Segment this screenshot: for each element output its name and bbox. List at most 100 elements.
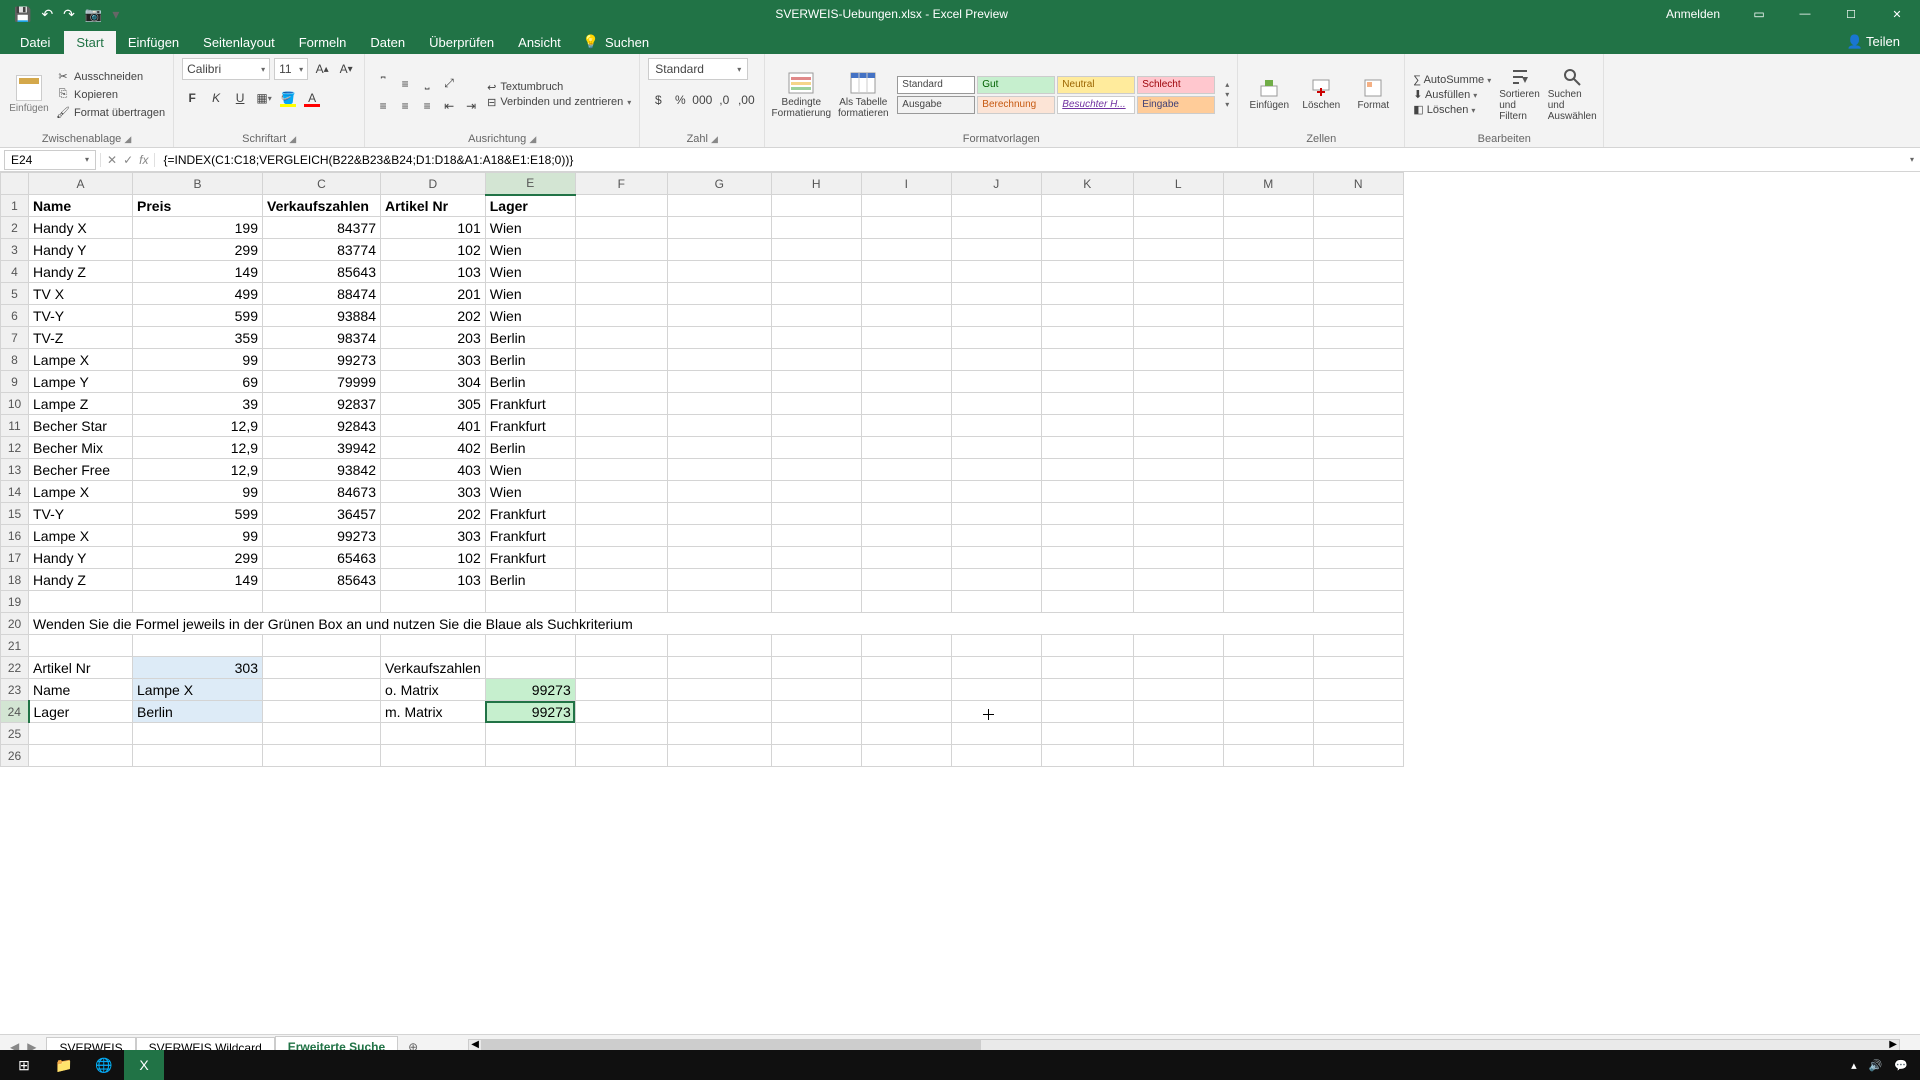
notification-icon[interactable]: 💬 xyxy=(1894,1059,1908,1072)
cell[interactable] xyxy=(263,701,381,723)
cell[interactable] xyxy=(1133,503,1223,525)
tab-formeln[interactable]: Formeln xyxy=(287,31,359,54)
cell[interactable]: 85643 xyxy=(263,261,381,283)
tray-up-icon[interactable]: ▴ xyxy=(1851,1059,1857,1072)
cell[interactable]: 93842 xyxy=(263,459,381,481)
dec-dec-button[interactable]: ,00 xyxy=(736,90,756,110)
cell[interactable] xyxy=(1041,261,1133,283)
cell[interactable] xyxy=(1133,305,1223,327)
indent-increase-button[interactable]: ⇥ xyxy=(461,96,481,116)
cell[interactable]: 303 xyxy=(381,481,486,503)
cell[interactable]: Frankfurt xyxy=(485,503,575,525)
cell[interactable] xyxy=(861,305,951,327)
cell[interactable] xyxy=(1313,437,1403,459)
cell[interactable] xyxy=(485,591,575,613)
cell[interactable] xyxy=(1313,239,1403,261)
cell[interactable] xyxy=(575,591,667,613)
minimize-button[interactable]: — xyxy=(1782,0,1828,28)
shrink-font-button[interactable]: A▾ xyxy=(336,59,356,79)
cell[interactable] xyxy=(575,239,667,261)
spreadsheet-grid[interactable]: ABCDEFGHIJKLMN1NamePreisVerkaufszahlenAr… xyxy=(0,172,1920,1034)
cell[interactable] xyxy=(1223,679,1313,701)
cell[interactable] xyxy=(1313,283,1403,305)
cell[interactable] xyxy=(1313,745,1403,767)
cell[interactable] xyxy=(1313,261,1403,283)
cell[interactable] xyxy=(1313,525,1403,547)
cell[interactable] xyxy=(1313,657,1403,679)
row-header-15[interactable]: 15 xyxy=(1,503,29,525)
tab-start[interactable]: Start xyxy=(64,31,115,54)
cell[interactable] xyxy=(861,481,951,503)
cell[interactable]: 65463 xyxy=(263,547,381,569)
currency-button[interactable]: $ xyxy=(648,90,668,110)
cell[interactable] xyxy=(1223,745,1313,767)
cell[interactable] xyxy=(485,723,575,745)
cell[interactable] xyxy=(667,283,771,305)
cell[interactable]: 402 xyxy=(381,437,486,459)
cell[interactable] xyxy=(861,217,951,239)
style-up-icon[interactable]: ▴ xyxy=(1225,80,1229,89)
style-gut[interactable]: Gut xyxy=(977,76,1055,94)
cell[interactable] xyxy=(1223,195,1313,217)
cell[interactable] xyxy=(575,503,667,525)
style-schlecht[interactable]: Schlecht xyxy=(1137,76,1215,94)
row-header-3[interactable]: 3 xyxy=(1,239,29,261)
cell[interactable] xyxy=(861,547,951,569)
cell[interactable] xyxy=(951,745,1041,767)
edge-icon[interactable]: 🌐 xyxy=(84,1050,124,1080)
cell[interactable] xyxy=(951,393,1041,415)
cell[interactable] xyxy=(1041,437,1133,459)
expand-formula-icon[interactable]: ▾ xyxy=(1904,155,1920,164)
number-format-select[interactable]: Standard▾ xyxy=(648,58,748,80)
cell[interactable] xyxy=(1133,415,1223,437)
cell[interactable]: 303 xyxy=(133,657,263,679)
cell[interactable]: 69 xyxy=(133,371,263,393)
cell[interactable] xyxy=(771,349,861,371)
cell[interactable]: Becher Free xyxy=(29,459,133,481)
cell[interactable] xyxy=(1041,569,1133,591)
style-ausgabe[interactable]: Ausgabe xyxy=(897,96,975,114)
cell[interactable] xyxy=(575,459,667,481)
cell[interactable] xyxy=(951,217,1041,239)
cell[interactable]: Name xyxy=(29,679,133,701)
row-header-8[interactable]: 8 xyxy=(1,349,29,371)
cell[interactable] xyxy=(771,569,861,591)
cell[interactable] xyxy=(1313,503,1403,525)
cell[interactable] xyxy=(667,723,771,745)
cell[interactable]: Lampe Z xyxy=(29,393,133,415)
orientation-button[interactable]: ⤢ xyxy=(439,74,459,94)
cell[interactable]: 101 xyxy=(381,217,486,239)
cell[interactable]: 12,9 xyxy=(133,437,263,459)
cell[interactable]: 303 xyxy=(381,525,486,547)
cell[interactable] xyxy=(951,481,1041,503)
style-more-icon[interactable]: ▾ xyxy=(1225,100,1229,109)
cell[interactable] xyxy=(861,723,951,745)
cell[interactable] xyxy=(771,657,861,679)
cell[interactable] xyxy=(951,349,1041,371)
insert-cells-button[interactable]: Einfügen xyxy=(1246,74,1292,115)
format-table-button[interactable]: Als Tabelle formatieren xyxy=(835,69,891,121)
row-header-25[interactable]: 25 xyxy=(1,723,29,745)
cell[interactable]: Berlin xyxy=(485,437,575,459)
cell[interactable] xyxy=(771,371,861,393)
cell[interactable] xyxy=(1041,415,1133,437)
cell[interactable] xyxy=(771,327,861,349)
maximize-button[interactable]: ☐ xyxy=(1828,0,1874,28)
cell[interactable] xyxy=(1313,459,1403,481)
cell[interactable] xyxy=(1313,679,1403,701)
accept-formula-icon[interactable]: ✓ xyxy=(123,153,133,167)
cell[interactable] xyxy=(861,239,951,261)
percent-button[interactable]: % xyxy=(670,90,690,110)
cell[interactable] xyxy=(1041,393,1133,415)
cell[interactable] xyxy=(575,327,667,349)
cell[interactable]: Becher Mix xyxy=(29,437,133,459)
cell[interactable] xyxy=(575,547,667,569)
cell[interactable]: 85643 xyxy=(263,569,381,591)
format-painter-button[interactable]: 🖌Format übertragen xyxy=(56,105,165,121)
cell[interactable]: 299 xyxy=(133,239,263,261)
cell[interactable]: 149 xyxy=(133,261,263,283)
clipboard-launcher-icon[interactable]: ◢ xyxy=(124,134,131,144)
merge-button[interactable]: ⊟Verbinden und zentrieren▾ xyxy=(487,96,631,109)
cell[interactable]: Wien xyxy=(485,283,575,305)
cell[interactable] xyxy=(485,657,575,679)
